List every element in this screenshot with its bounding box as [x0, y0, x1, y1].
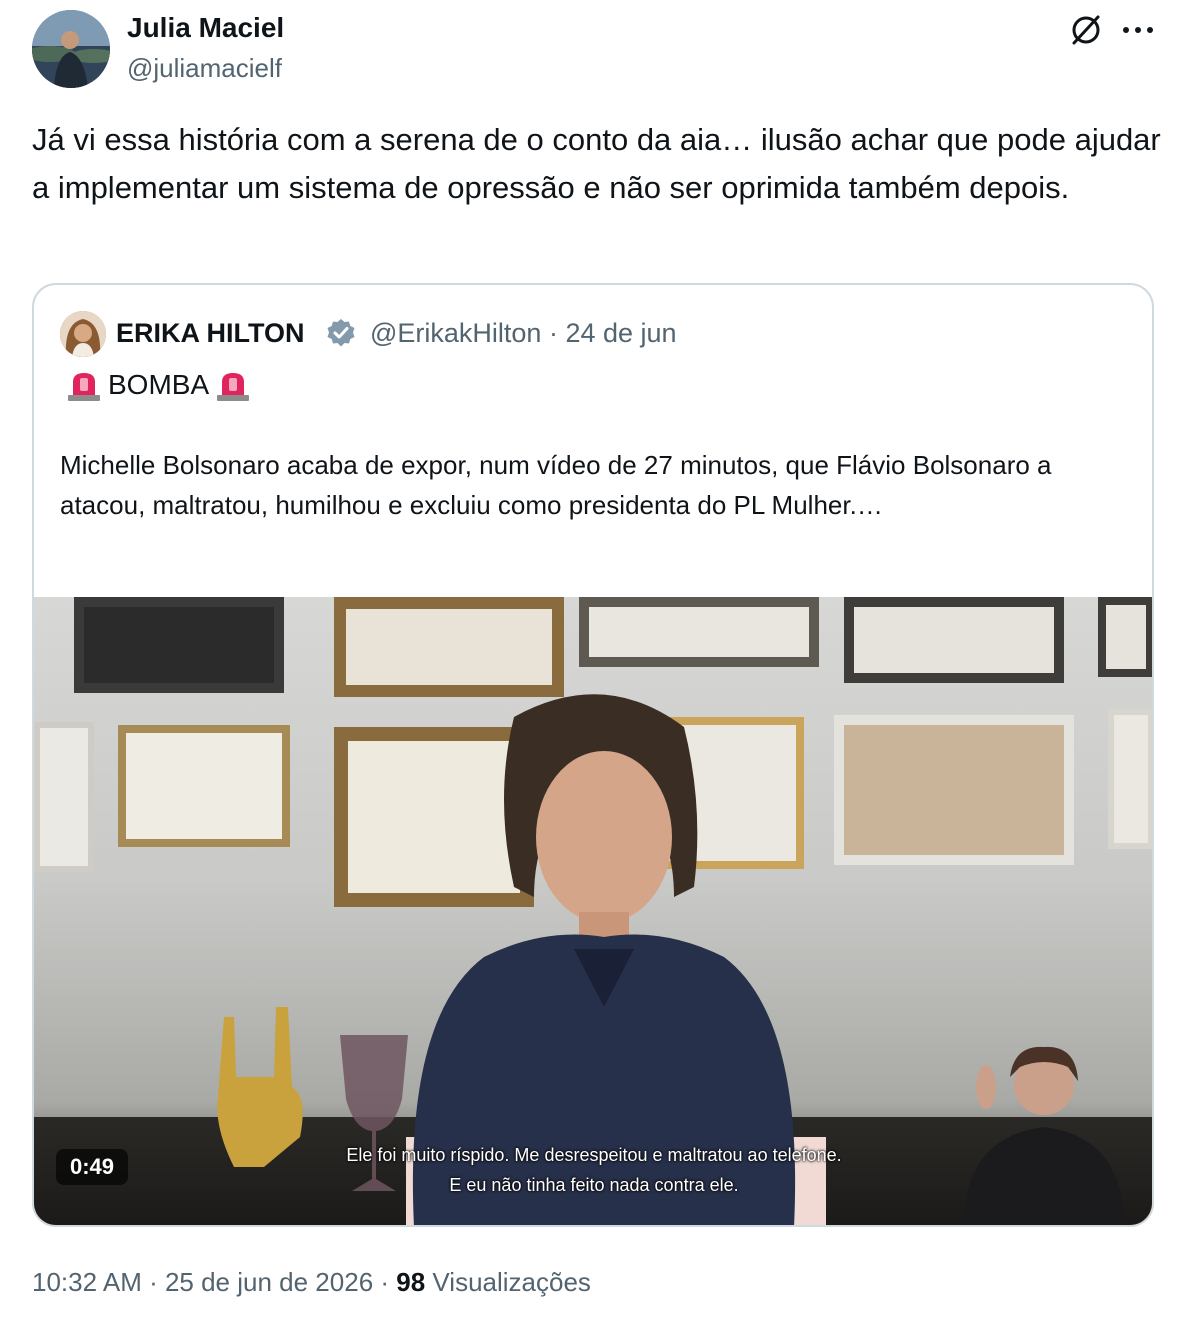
tweet-timestamp[interactable]: 10:32 AM · 25 de jun de 2026 — [32, 1267, 373, 1297]
verified-badge-icon — [326, 318, 356, 348]
video-duration-badge: 0:49 — [56, 1149, 129, 1185]
quoted-tweet-text: Michelle Bolsonaro acaba de expor, num v… — [60, 450, 1052, 520]
wall-frame — [844, 597, 1064, 683]
author-name[interactable]: Julia Maciel — [127, 10, 284, 46]
quoted-handle-date: @ErikakHilton · 24 de jun — [370, 318, 677, 348]
wall-frame — [34, 722, 94, 872]
video-subtitle-line-2: E eu não tinha feito nada contra ele. — [449, 1175, 739, 1195]
headline-text: BOMBA — [108, 369, 210, 400]
quoted-author-name: ERIKA HILTON — [116, 318, 305, 348]
police-light-icon — [215, 368, 251, 402]
author-avatar[interactable] — [32, 10, 110, 88]
quoted-author-avatar — [60, 311, 106, 357]
video-subtitle-line-1: Ele foi muito ríspido. Me desrespeitou e… — [346, 1145, 842, 1165]
wall-frame — [579, 597, 819, 667]
quoted-tweet-card[interactable]: ERIKA HILTON @ErikakHilton · 24 de jun B… — [32, 283, 1154, 1227]
views-label: Visualizações — [432, 1267, 591, 1297]
wall-frame — [1108, 709, 1152, 849]
grok-icon[interactable] — [1064, 8, 1108, 52]
views-count: 98 — [396, 1267, 426, 1297]
wall-frame — [74, 597, 284, 693]
wall-frame — [834, 715, 1074, 865]
video-player[interactable]: Ele foi muito ríspido. Me desrespeitou e… — [34, 597, 1152, 1225]
tweet-footer: 10:32 AM · 25 de jun de 2026 · 98 Visual… — [32, 1262, 591, 1302]
wall-frame — [334, 597, 564, 697]
police-light-icon — [66, 368, 102, 402]
quoted-headline: BOMBA — [60, 365, 257, 405]
avatar-photo — [32, 10, 110, 88]
wall-frame — [1098, 597, 1152, 677]
more-icon[interactable] — [1116, 8, 1160, 52]
footer-separator: · — [373, 1267, 397, 1297]
wall-frame — [118, 725, 290, 847]
tweet-text: Já vi essa história com a serena de o co… — [32, 122, 1161, 205]
author-handle[interactable]: @juliamacielf — [127, 50, 282, 86]
